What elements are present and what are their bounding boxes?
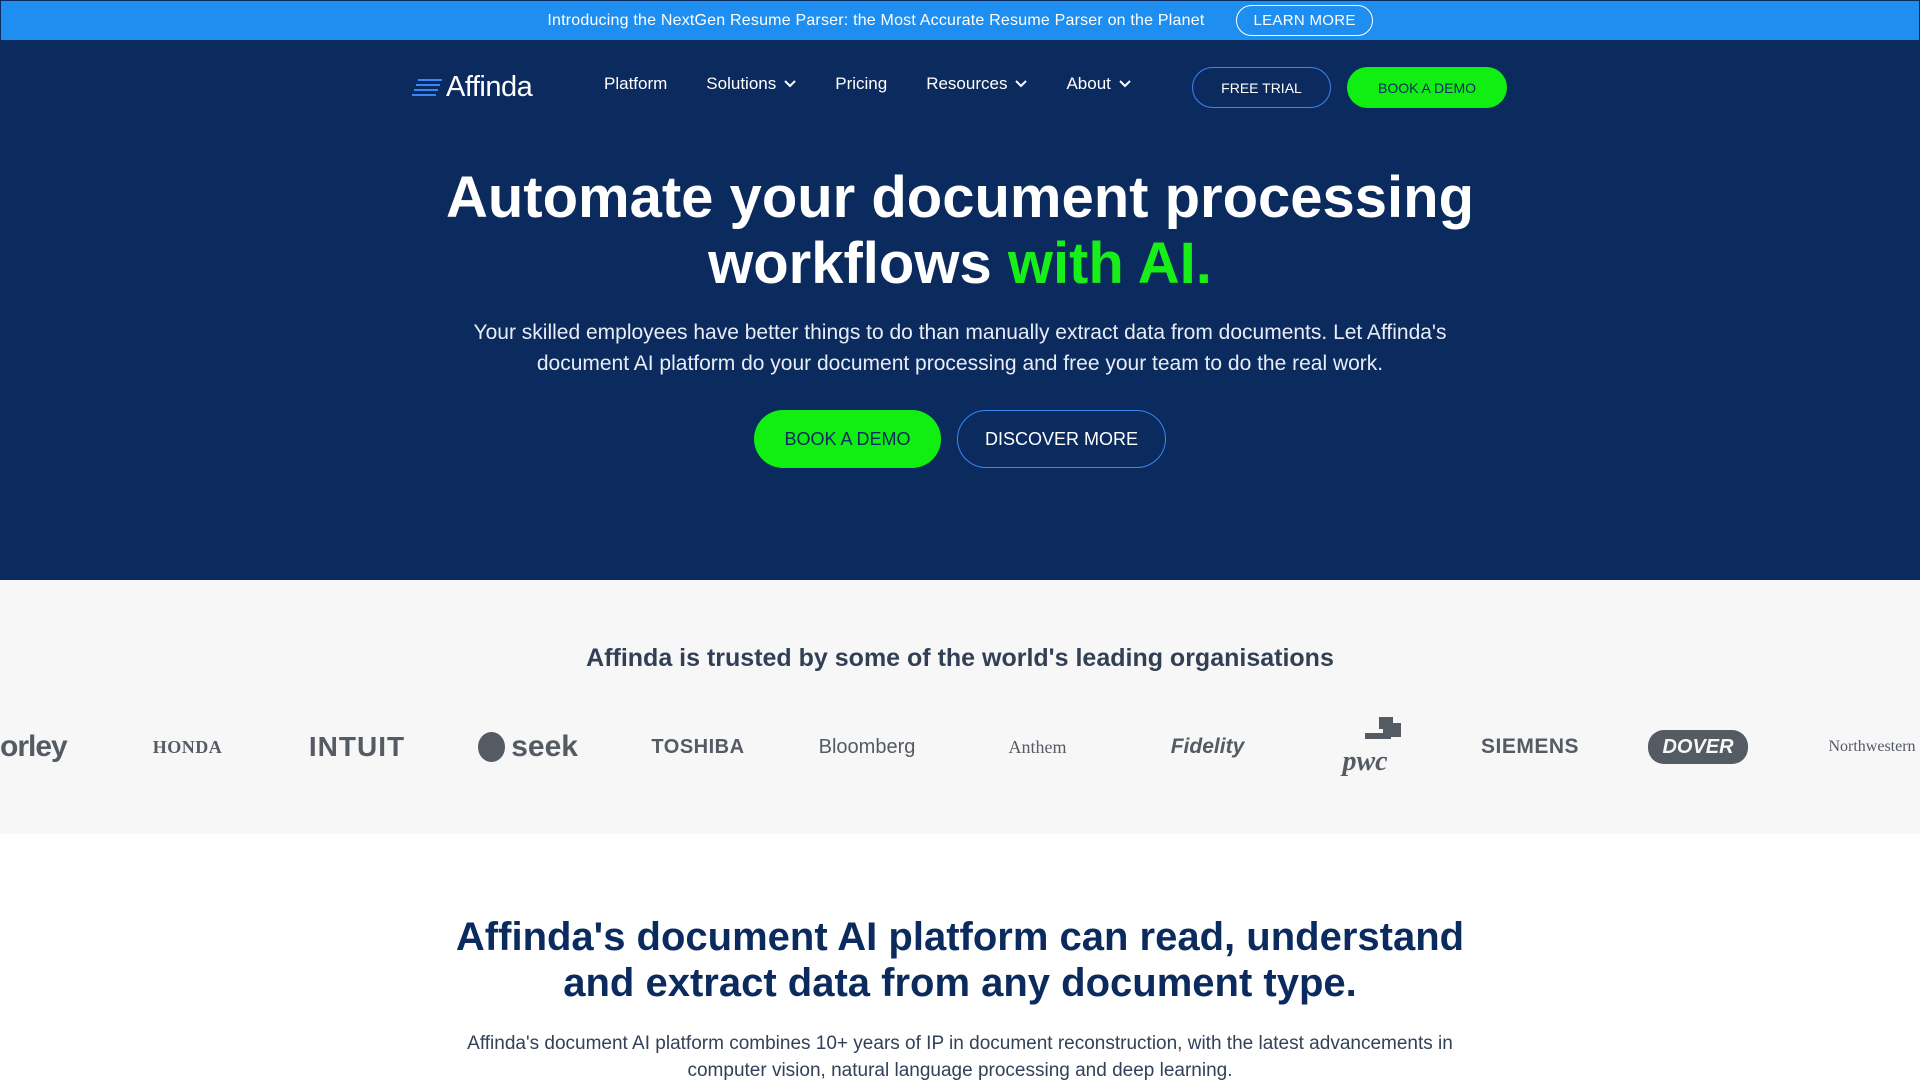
- nav-item-label: Solutions: [706, 74, 777, 93]
- platform-title-line2: and extract data from any document type.: [563, 961, 1357, 1005]
- platform-title-line1: Affinda's document AI platform can read,…: [455, 915, 1465, 959]
- nav-item-pricing[interactable]: Pricing: [835, 74, 887, 94]
- learn-more-button[interactable]: LEARN MORE: [1236, 5, 1373, 36]
- nav-item-label: Platform: [604, 74, 668, 93]
- free-trial-button[interactable]: FREE TRIAL: [1192, 67, 1331, 108]
- intuit-logo: INTUIT: [308, 731, 406, 762]
- siemens-logo: SIEMENS: [1480, 735, 1580, 758]
- platform-subtitle: Affinda's document AI platform combines …: [467, 1033, 1453, 1080]
- trusted-section: Affinda is trusted by some of the world'…: [0, 580, 1920, 834]
- hero-title: Automate your document processing workfl…: [0, 165, 1920, 297]
- hero-title-accent: with AI.: [1007, 231, 1212, 296]
- pwc-mark-icon: [1365, 717, 1401, 739]
- nav-item-label: Pricing: [835, 74, 888, 93]
- announcement-bar: Introducing the NextGen Resume Parser: t…: [0, 0, 1920, 41]
- affinda-logo[interactable]: Affinda: [412, 71, 533, 104]
- nav-item-label: Resources: [926, 74, 1008, 93]
- book-demo-hero-button[interactable]: BOOK A DEMO: [754, 410, 941, 468]
- chevron-down-icon: [1119, 80, 1131, 88]
- top-navigation: Affinda Platform Solutions Pricing Resou…: [0, 41, 1920, 133]
- nav-item-about[interactable]: About: [1066, 74, 1131, 94]
- fidelity-logo: Fidelity: [1170, 735, 1245, 758]
- chevron-down-icon: [784, 80, 796, 88]
- discover-more-button[interactable]: DISCOVER MORE: [957, 410, 1166, 468]
- northwestern-logo: Northwestern: [1828, 738, 1916, 755]
- morley-logo: orley: [0, 730, 68, 763]
- anthem-logo: Anthem: [1008, 736, 1067, 757]
- pwc-logo-text: pwc: [1342, 746, 1388, 777]
- client-logo-row: orley HONDA INTUIT seek TOSHIBA Bloomber…: [0, 702, 1920, 792]
- seek-logo: seek: [478, 702, 578, 792]
- nav-links: Platform Solutions Pricing Resources Abo…: [604, 74, 1170, 94]
- bloomberg-logo: Bloomberg: [818, 735, 916, 758]
- nav-item-platform[interactable]: Platform: [604, 74, 667, 94]
- hero-subtitle: Your skilled employees have better thing…: [473, 321, 1447, 375]
- chevron-down-icon: [1015, 80, 1028, 88]
- hero-cta-group: BOOK A DEMO DISCOVER MORE: [754, 410, 1166, 468]
- dover-logo: DOVER: [1648, 730, 1748, 764]
- hero-title-line2: workflows: [708, 231, 1008, 296]
- nav-item-label: About: [1066, 74, 1111, 93]
- nav-item-solutions[interactable]: Solutions: [706, 74, 796, 94]
- book-demo-nav-button[interactable]: BOOK A DEMO: [1347, 67, 1507, 108]
- platform-section: Affinda's document AI platform can read,…: [0, 834, 1920, 1080]
- seek-logo-text: seek: [511, 730, 578, 763]
- logo-text: Affinda: [446, 71, 533, 103]
- announcement-text: Introducing the NextGen Resume Parser: t…: [547, 11, 1205, 29]
- affinda-logo-icon: [412, 78, 442, 96]
- hero-section: Affinda Platform Solutions Pricing Resou…: [0, 41, 1920, 580]
- pwc-logo: pwc: [1325, 702, 1405, 792]
- seek-globe-icon: [478, 732, 506, 762]
- hero-title-line1: Automate your document processing: [445, 165, 1475, 230]
- trusted-title: Affinda is trusted by some of the world'…: [586, 644, 1334, 672]
- nav-item-resources[interactable]: Resources: [926, 74, 1028, 94]
- platform-title: Affinda's document AI platform can read,…: [0, 914, 1920, 1006]
- toshiba-logo: TOSHIBA: [651, 735, 745, 758]
- honda-logo: HONDA: [152, 736, 223, 757]
